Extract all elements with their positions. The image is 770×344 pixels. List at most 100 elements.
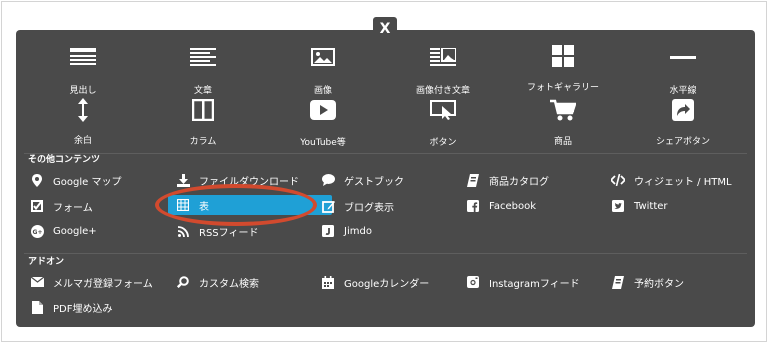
- divider: [24, 253, 747, 254]
- item-form[interactable]: フォーム: [30, 197, 93, 215]
- gallery-icon: [503, 45, 623, 75]
- section-title-other: その他コンテンツ: [28, 155, 101, 165]
- item-product-catalog[interactable]: 商品カタログ: [466, 171, 549, 189]
- cart-icon: [503, 99, 623, 129]
- item-label: PDF埋め込み: [53, 303, 113, 315]
- item-label: ゲストブック: [344, 176, 404, 188]
- item-reservation-button[interactable]: 予約ボタン: [611, 273, 684, 291]
- tile-heading[interactable]: 見出し: [23, 42, 143, 96]
- tile-gallery[interactable]: フォトギャラリー: [503, 42, 623, 93]
- tile-label: フォトギャラリー: [526, 83, 599, 93]
- item-label: ブログ表示: [344, 202, 394, 214]
- item-rss[interactable]: RSSフィード: [176, 222, 258, 240]
- button-icon: [383, 100, 503, 130]
- tile-image[interactable]: 画像: [263, 42, 383, 96]
- item-twitter[interactable]: Twitter: [611, 197, 668, 215]
- facebook-icon: [466, 199, 480, 213]
- element-row-2: 余白 カラム YouTube等 ボタン 商品 シェアボタン: [16, 96, 755, 148]
- calendar-icon: [321, 275, 335, 289]
- reservation-icon: [611, 275, 625, 289]
- download-icon: [176, 173, 190, 187]
- video-icon: [263, 100, 383, 130]
- divider: [24, 153, 747, 154]
- element-row-1: 見出し 文章 画像 画像付き文章 フォトギャラリー 水平線: [16, 42, 755, 96]
- item-label: Google マップ: [53, 176, 122, 188]
- item-pdf-embed[interactable]: PDF埋め込み: [30, 298, 112, 316]
- image-icon: [263, 48, 383, 78]
- svg-text:G+: G+: [32, 229, 42, 236]
- tile-label: 画像付き文章: [415, 86, 470, 96]
- item-label: Google+: [53, 225, 97, 237]
- tile-label: カラム: [189, 137, 217, 147]
- speech-bubble-icon: [321, 173, 335, 187]
- item-google-plus[interactable]: G+ Google+: [30, 222, 97, 240]
- item-label: 表: [199, 201, 209, 213]
- tile-label: 余白: [73, 136, 92, 146]
- heading-icon: [23, 48, 143, 78]
- rss-icon: [176, 224, 190, 238]
- item-google-calendar[interactable]: Googleカレンダー: [321, 273, 429, 291]
- item-label: RSSフィード: [199, 227, 259, 239]
- item-newsletter-form[interactable]: メルマガ登録フォーム: [30, 273, 153, 291]
- tile-video[interactable]: YouTube等: [263, 96, 383, 148]
- edit-icon: [321, 199, 335, 213]
- tile-label: YouTube等: [300, 138, 346, 148]
- add-element-panel: 見出し 文章 画像 画像付き文章 フォトギャラリー 水平線 余白 カラム You…: [16, 30, 755, 327]
- horizontal-line-icon: [623, 48, 743, 78]
- tile-label: 水平線: [669, 86, 697, 96]
- spacing-icon: [23, 98, 143, 128]
- item-jimdo[interactable]: Jimdo: [321, 222, 372, 240]
- tile-text[interactable]: 文章: [143, 42, 263, 96]
- item-label: フォーム: [53, 202, 93, 214]
- search-icon: [176, 275, 190, 289]
- tile-product[interactable]: 商品: [503, 96, 623, 147]
- tile-share[interactable]: シェアボタン: [623, 96, 743, 147]
- item-label: Jimdo: [344, 225, 372, 237]
- item-label: カスタム検索: [199, 278, 259, 290]
- tile-horizontal-line[interactable]: 水平線: [623, 42, 743, 96]
- item-label: Facebook: [489, 200, 536, 212]
- table-icon: [176, 198, 190, 212]
- item-facebook[interactable]: Facebook: [466, 197, 536, 215]
- item-instagram-feed[interactable]: Instagramフィード: [466, 273, 580, 291]
- google-plus-icon: G+: [30, 224, 44, 238]
- section-title-addon: アドオン: [28, 257, 65, 267]
- close-button[interactable]: X: [373, 17, 397, 39]
- item-table[interactable]: 表: [168, 195, 332, 215]
- image-text-icon: [383, 48, 503, 78]
- item-label: Googleカレンダー: [344, 278, 430, 290]
- item-blog[interactable]: ブログ表示: [321, 197, 394, 215]
- item-label: ファイルダウンロード: [199, 176, 299, 188]
- item-custom-search[interactable]: カスタム検索: [176, 273, 259, 291]
- checkbox-icon: [30, 199, 44, 213]
- tile-label: 見出し: [69, 86, 97, 96]
- tile-image-text[interactable]: 画像付き文章: [383, 42, 503, 96]
- tile-spacing[interactable]: 余白: [23, 96, 143, 146]
- item-google-map[interactable]: Google マップ: [30, 171, 121, 189]
- mail-icon: [30, 275, 44, 289]
- column-icon: [143, 99, 263, 129]
- pdf-icon: [30, 300, 44, 314]
- item-label: 予約ボタン: [634, 278, 684, 290]
- item-label: メルマガ登録フォーム: [53, 278, 153, 290]
- jimdo-icon: [321, 224, 335, 238]
- tile-column[interactable]: カラム: [143, 96, 263, 147]
- instagram-icon: [466, 275, 480, 289]
- tile-label: シェアボタン: [655, 137, 710, 147]
- item-label: Twitter: [634, 200, 668, 212]
- item-widget-html[interactable]: ウィジェット / HTML: [611, 171, 732, 189]
- tile-label: ボタン: [429, 138, 457, 148]
- item-file-download[interactable]: ファイルダウンロード: [176, 171, 299, 189]
- text-icon: [143, 48, 263, 78]
- tile-button[interactable]: ボタン: [383, 96, 503, 148]
- tile-label: 画像: [313, 86, 332, 96]
- item-label: ウィジェット / HTML: [634, 176, 732, 188]
- item-label: Instagramフィード: [489, 278, 580, 290]
- item-label: 商品カタログ: [489, 176, 549, 188]
- item-guestbook[interactable]: ゲストブック: [321, 171, 404, 189]
- map-pin-icon: [30, 173, 44, 187]
- code-icon: [611, 173, 625, 187]
- tile-label: 文章: [193, 86, 212, 96]
- share-icon: [623, 99, 743, 129]
- tile-label: 商品: [553, 137, 572, 147]
